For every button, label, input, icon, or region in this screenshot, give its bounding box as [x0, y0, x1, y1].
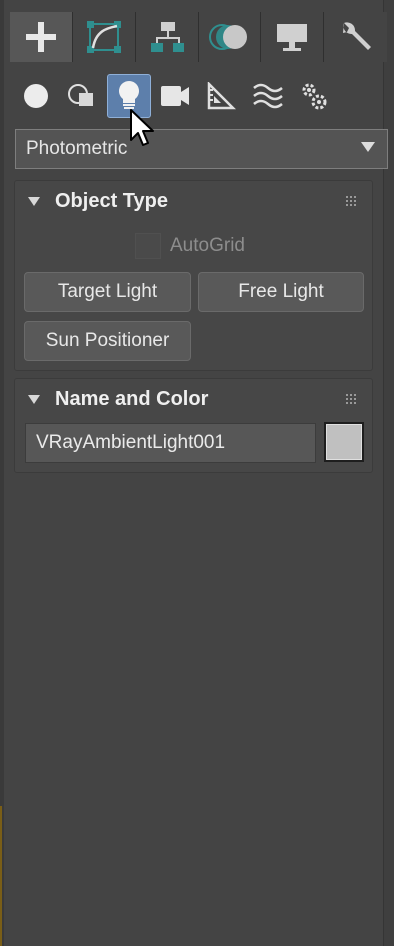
viewport-border: [0, 806, 2, 946]
grip-dots-icon[interactable]: [346, 196, 358, 208]
category-helpers[interactable]: [199, 74, 243, 118]
object-name-input[interactable]: VRayAmbientLight001: [25, 423, 316, 463]
plus-icon: [25, 22, 56, 52]
dropdown-selected-value: Photometric: [26, 138, 128, 159]
command-panel: Photometric Object Type AutoGrid Target …: [0, 0, 394, 946]
color-swatch-fill: [326, 424, 362, 460]
autogrid-option: AutoGrid: [135, 232, 245, 260]
autogrid-checkbox[interactable]: [135, 233, 161, 259]
tab-display[interactable]: [261, 12, 325, 62]
display-monitor-icon: [277, 24, 308, 51]
autogrid-label: AutoGrid: [170, 235, 245, 256]
free-light-button[interactable]: Free Light: [198, 272, 364, 312]
category-systems[interactable]: [292, 74, 336, 118]
rollout-header-name-and-color[interactable]: Name and Color: [15, 379, 372, 419]
rollout-name-and-color: Name and Color VRayAmbientLight001: [14, 378, 373, 473]
tab-hierarchy[interactable]: [135, 12, 199, 62]
shapes-icon: [68, 84, 93, 106]
rollout-title: Object Type: [55, 190, 168, 212]
chevron-down-icon: [361, 142, 375, 152]
sun-positioner-button[interactable]: Sun Positioner: [24, 321, 191, 361]
rollout-object-type: Object Type AutoGrid Target Light Free L…: [14, 180, 373, 371]
target-light-button[interactable]: Target Light: [24, 272, 191, 312]
category-space-warps[interactable]: [246, 74, 290, 118]
object-color-swatch[interactable]: [324, 422, 364, 462]
category-shapes[interactable]: [60, 74, 104, 118]
systems-gears-icon: [302, 83, 327, 110]
tab-motion[interactable]: [198, 12, 262, 62]
category-geometry[interactable]: [14, 74, 58, 118]
motion-icon: [209, 24, 248, 50]
camera-icon: [161, 86, 189, 106]
tab-utilities[interactable]: [324, 12, 388, 62]
mouse-cursor-icon: [130, 109, 154, 146]
light-type-dropdown[interactable]: Photometric: [15, 129, 388, 169]
wrench-icon: [342, 22, 371, 50]
object-category-row: [14, 74, 374, 120]
spacewarp-icon: [253, 83, 283, 109]
sphere-icon: [24, 84, 48, 108]
helper-triangle-icon: [207, 82, 236, 110]
modify-curve-icon: [86, 21, 121, 53]
rollout-header-object-type[interactable]: Object Type: [15, 181, 372, 221]
tab-create[interactable]: [10, 12, 73, 62]
collapse-arrow-icon[interactable]: [28, 197, 40, 206]
grip-dots-icon[interactable]: [346, 394, 358, 406]
command-panel-tabs: [10, 12, 388, 62]
rollout-title: Name and Color: [55, 388, 209, 410]
panel-left-edge: [0, 0, 4, 946]
tab-modify[interactable]: [72, 12, 136, 62]
hierarchy-icon: [150, 22, 184, 52]
collapse-arrow-icon[interactable]: [28, 395, 40, 404]
